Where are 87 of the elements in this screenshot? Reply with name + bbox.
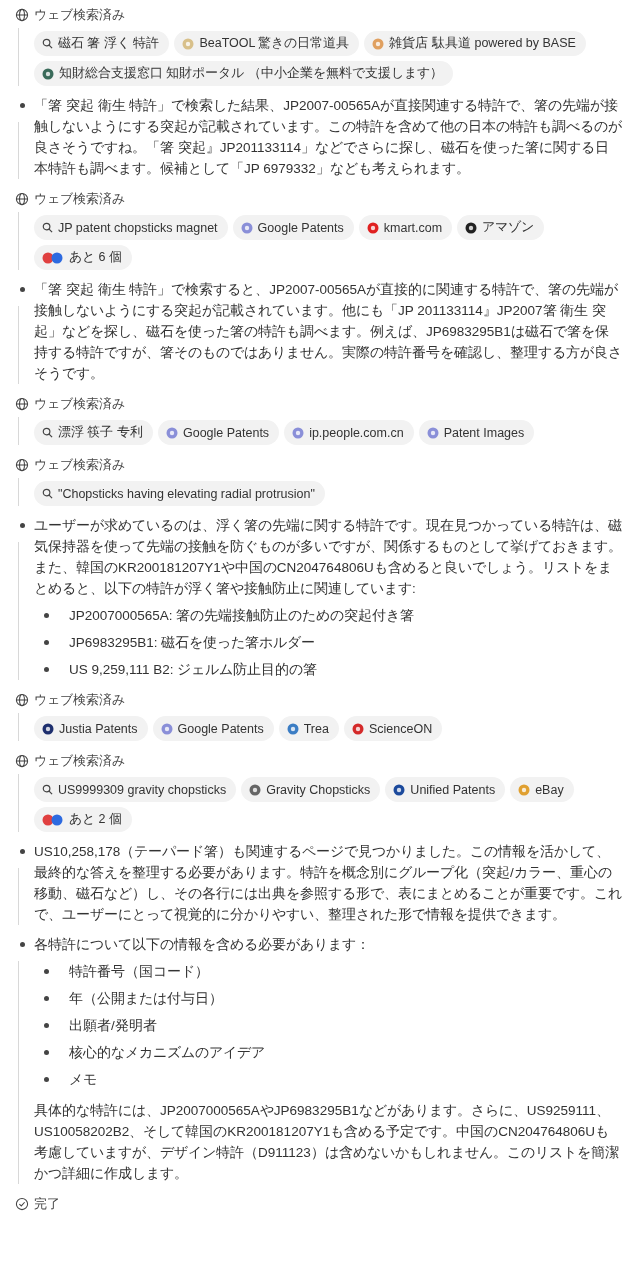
bullet-icon [44,1050,49,1055]
list-item: 出願者/発明者 [69,1017,157,1035]
globe-icon [15,458,29,472]
step-label: ウェブ検索済み [34,395,126,413]
globe-icon [15,693,29,707]
source-chip[interactable]: ip.people.com.cn [284,420,414,445]
source-chip[interactable]: アマゾン [457,215,545,240]
source-chip[interactable]: Google Patents [152,716,274,741]
favicon-icon [249,783,262,796]
search-query-chip[interactable]: JP patent chopsticks magnet [34,215,228,240]
favicon-icon [42,67,54,80]
search-icon [42,488,53,499]
bullet-icon [19,849,25,854]
list-item: 特許番号（国コード） [69,963,209,981]
bullet-icon [19,523,25,528]
bullet-icon [19,103,25,108]
bullet-icon [44,969,49,974]
favicon-icon [42,722,54,735]
bullet-icon [19,942,25,947]
list-item: US 9,259,111 B2: ジェルム防止目的の箸 [69,661,318,679]
check-circle-icon [15,1197,29,1211]
favicon-icon [240,221,253,234]
search-query-chip[interactable]: 漂浮 筷子 专利 [34,420,153,445]
source-chip[interactable]: 知財総合支援窓口 知財ポータル （中小企業を無料で支援します） [34,61,453,86]
list-item: 核心的なメカニズムのアイデア [69,1044,265,1062]
source-chip[interactable]: eBay [510,777,574,802]
bullet-icon [19,287,25,292]
list-item: 年（公開または付与日） [69,990,223,1008]
bullet-icon [44,1023,49,1028]
list-item: JP2007000565A: 箸の先端接触防止のための突起付き箸 [69,607,415,625]
favicon-icon [182,37,195,50]
favicon-icon [292,426,305,439]
source-chip[interactable]: Google Patents [157,420,280,445]
list-item: メモ [69,1071,97,1089]
source-chip[interactable]: Gravity Chopsticks [241,777,381,802]
done-label: 完了 [34,1195,61,1213]
step-label: ウェブ検索済み [34,6,126,24]
favicon-icon [286,722,299,735]
favicon-icon [160,722,173,735]
favicons-icon [42,813,64,826]
favicon-icon [393,783,406,796]
bullet-icon [44,996,49,1001]
search-icon [42,427,53,438]
source-chip[interactable]: BeaTOOL 驚きの日常道具 [174,31,360,56]
source-chip[interactable]: Justia Patents [34,716,148,741]
search-query-chip[interactable]: "Chopsticks having elevating radial protrusion" [34,481,325,506]
globe-icon [15,192,29,206]
source-chip[interactable]: ScienceON [343,716,443,741]
step-label: ウェブ検索済み [34,752,126,770]
favicons-icon [42,251,64,264]
list-item: JP6983295B1: 磁石を使った箸ホルダー [69,634,316,652]
search-icon [42,38,53,49]
bullet-icon [44,667,49,672]
favicon-icon [165,426,178,439]
favicon-icon [372,37,385,50]
source-chip[interactable]: あと 2 個 [34,807,132,832]
thought-text: 「箸 突起 衛生 特許」で検索すると、JP2007-00565Aが直接的に関連する特許で、箸の先端が接触しないようにする突起が記載されています。他にも「JP 201133114』JP2007箸 衛生 突起」などを探し、磁石を使った箸の特許も調べます。例えば、JP6983295B1は磁石で箸を保持する特許ですが、箸そのものではありません。実際の特許番号を確認し、整理する方が良さそうです。 [34,281,622,383]
source-chip[interactable]: Patent Images [418,420,535,445]
favicon-icon [351,722,364,735]
thought-text: 具体的な特許には、JP2007000565AやJP6983295B1などがあります。さらに、US9259111、US10058202B2、そして韓国のKR200181207Y1も含める予定です。中国のCN204764806Uも考慮していますが、デザイン特許（D911123）は含めないかもしれません。このリストを簡潔かつ詳細に作成します。 [34,1102,620,1183]
source-chip[interactable]: あと 6 個 [34,245,132,270]
thought-text: 各特許について以下の情報を含める必要があります： [34,936,371,954]
thought-text: US10,258,178（テーパード箸）も関連するページで見つかりました。この情報を活かして、最終的な答えを整理する必要があります。特許を概念別にグループ化（突起/カラー、重心の移動、磁石など）し、その各行には出典を参照する形で、表にまとめることが重要です。これで、ユーザーにとって視覚的に分かりやすい、整理された形で情報を提供できます。 [34,843,622,924]
search-query-chip[interactable]: 磁石 箸 浮く 特許 [34,31,170,56]
source-chip[interactable]: Unified Patents [385,777,506,802]
globe-icon [15,397,29,411]
step-label: ウェブ検索済み [34,456,126,474]
source-chip[interactable]: kmart.com [358,215,453,240]
search-icon [42,784,53,795]
search-query-chip[interactable]: US9999309 gravity chopsticks [34,777,237,802]
globe-icon [15,8,29,22]
thought-text: 「箸 突起 衛生 特許」で検索した結果、JP2007-00565Aが直接関連する特許で、箸の先端が接触しないようにする突起が記載されています。この特許を含めて他の日本の特許も調べるのが良さそうですね。「箸 突起』JP201133114」などでさらに探し、磁石を使った箸に関する日本特許も調べます。候補として「JP 6979332」なども考えられます。 [34,97,622,178]
bullet-icon [44,613,49,618]
globe-icon [15,754,29,768]
favicon-icon [366,221,379,234]
bullet-icon [44,1077,49,1082]
bullet-icon [44,640,49,645]
favicon-icon [465,221,478,234]
step-label: ウェブ検索済み [34,190,126,208]
step-label: ウェブ検索済み [34,691,126,709]
source-chip[interactable]: 雑貨店 駄具道 powered by BASE [364,31,586,56]
search-icon [42,222,53,233]
source-chip[interactable]: Google Patents [232,215,354,240]
source-chip[interactable]: Trea [278,716,339,741]
favicon-icon [426,426,439,439]
favicon-icon [518,783,531,796]
thought-text: ユーザーが求めているのは、浮く箸の先端に関する特許です。現在見つかっている特許は、磁気保持器を使って先端の接触を防ぐものが多いですが、関係するものとして挙げておきます。また、韓国のKR200181207Y1や中国のCN204764806Uも含めると良いでしょう。リストをまとめると、以下の特許が浮く箸や接触防止に関連しています: [34,517,622,598]
